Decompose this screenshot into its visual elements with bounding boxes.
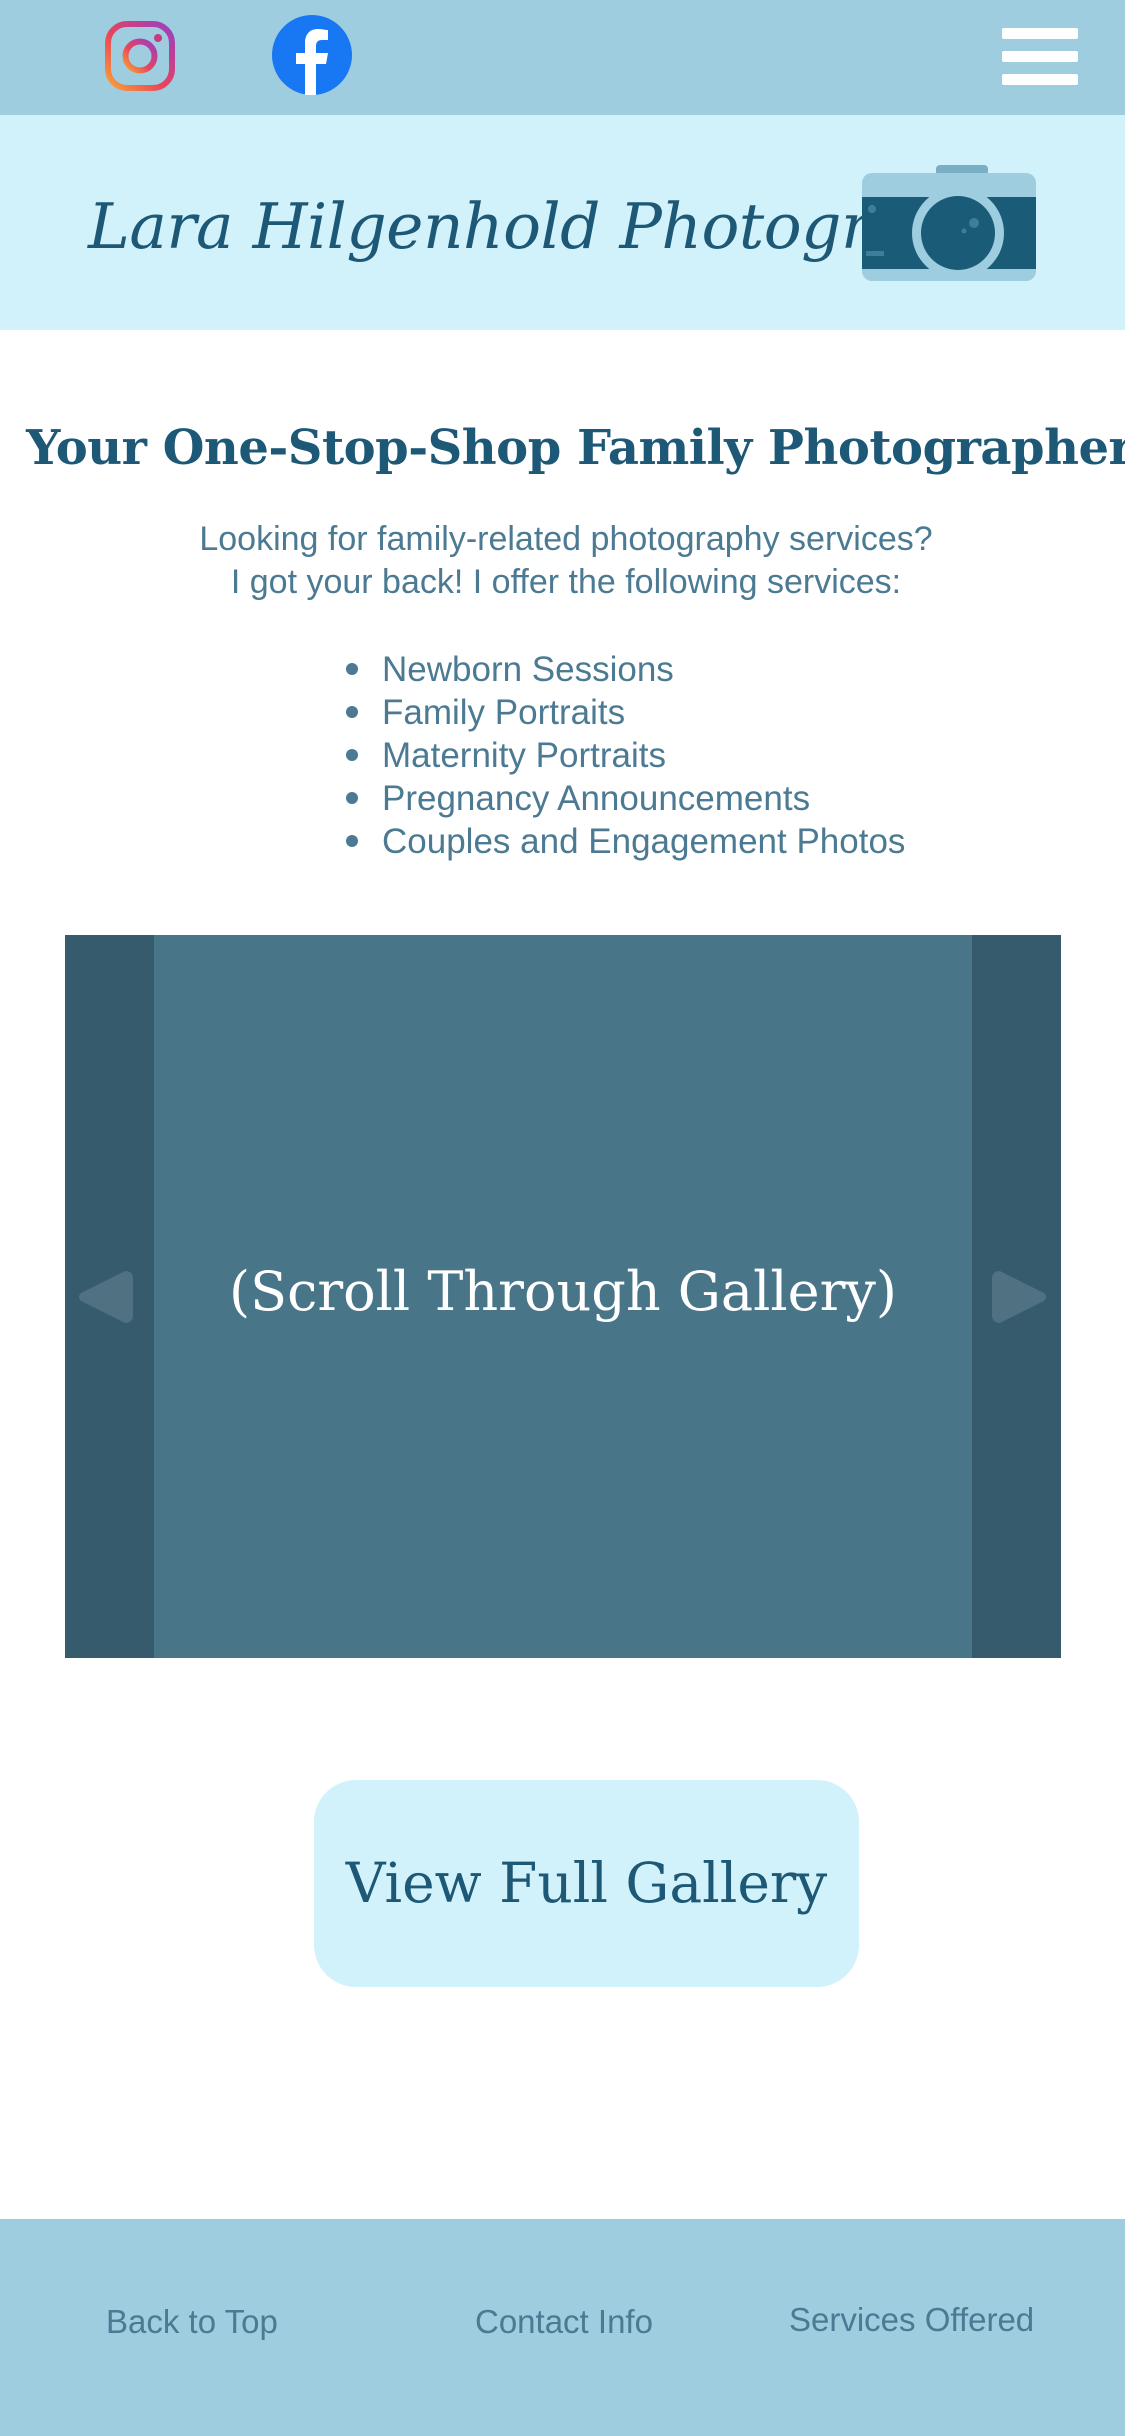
gallery-slide[interactable]: (Scroll Through Gallery) — [154, 935, 972, 1658]
site-header: Lara Hilgenhold Photography — [0, 115, 1125, 330]
list-item: Family Portraits — [340, 691, 905, 734]
footer-link-contact-info[interactable]: Contact Info — [475, 2303, 653, 2341]
hamburger-menu-icon[interactable] — [1002, 28, 1078, 86]
view-full-gallery-button[interactable]: View Full Gallery — [314, 1780, 859, 1987]
list-item: Maternity Portraits — [340, 734, 905, 777]
gallery-placeholder-text: (Scroll Through Gallery) — [229, 1260, 897, 1323]
footer: Back to Top Contact Info Services Offere… — [0, 2219, 1125, 2436]
arrow-left-icon[interactable] — [75, 1265, 135, 1329]
list-item: Couples and Engagement Photos — [340, 820, 905, 863]
gallery-carousel[interactable]: (Scroll Through Gallery) — [65, 935, 1061, 1658]
facebook-icon[interactable] — [272, 15, 352, 95]
camera-icon — [862, 165, 1036, 281]
footer-link-back-to-top[interactable]: Back to Top — [106, 2303, 278, 2341]
list-item: Pregnancy Announcements — [340, 777, 905, 820]
instagram-icon[interactable] — [104, 20, 176, 92]
intro-text: I got your back! I offer the following s… — [230, 563, 902, 601]
list-item: Newborn Sessions — [340, 648, 905, 691]
arrow-right-icon[interactable] — [990, 1265, 1050, 1329]
page-headline: Your One-Stop-Shop Family Photographer! — [26, 420, 1125, 476]
footer-link-services-offered[interactable]: Services Offered — [789, 2301, 1034, 2339]
top-bar — [0, 0, 1125, 115]
intro-text: Looking for family-related photography s… — [199, 520, 933, 558]
services-list: Newborn Sessions Family Portraits Matern… — [340, 648, 905, 863]
